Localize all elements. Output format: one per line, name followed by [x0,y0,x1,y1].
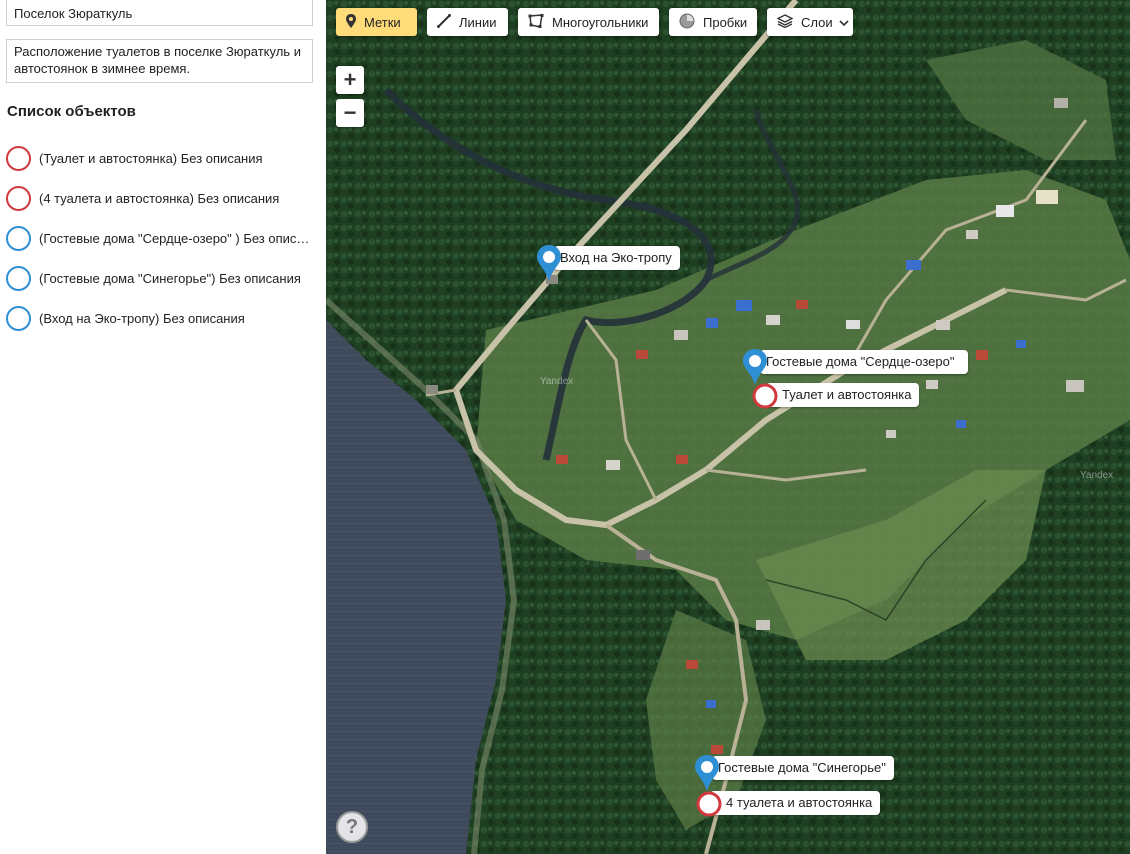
question-icon: ? [345,815,359,838]
polygons-tool-label: Многоугольники [552,14,649,30]
blue-circle-icon [6,225,31,251]
zoom-in-button[interactable]: + [336,66,364,94]
list-item-label: (Гостевые дома "Синегорье") Без описания [39,270,301,286]
chevron-down-icon [839,15,849,30]
lines-tool-label: Линии [459,14,497,30]
list-item-label: (Гостевые дома "Сердце-озеро" ) Без опис… [39,230,316,246]
red-circle-icon [6,185,31,211]
layers-button[interactable]: Слои [767,8,853,36]
blue-drop-pin-icon[interactable] [694,754,720,792]
polygon-icon [528,13,544,31]
layers-label: Слои [801,14,833,30]
objects-panel: Поселок Зюраткуль Расположение туалетов … [0,0,326,854]
map-description-field[interactable]: Расположение туалетов в поселке Зюраткул… [6,39,313,83]
list-item[interactable]: (Гостевые дома "Сердце-озеро" ) Без опис… [6,218,316,258]
red-circle-icon [6,145,31,171]
list-item[interactable]: (Туалет и автостоянка) Без описания [6,138,316,178]
traffic-button[interactable]: Пробки [669,8,757,36]
map-pin-icon [346,13,356,31]
marks-tool-label: Метки [364,14,401,30]
blue-circle-icon [6,305,31,331]
traffic-label: Пробки [703,14,748,30]
zoom-out-button[interactable]: − [336,99,364,127]
blue-drop-pin-icon[interactable] [742,348,768,386]
map-name-field[interactable]: Поселок Зюраткуль [6,0,313,26]
blue-circle-icon [6,265,31,291]
watermark: Yandex [540,376,574,387]
pin-label[interactable]: Гостевые дома "Синегорье" [712,756,894,780]
list-item[interactable]: (Гостевые дома "Синегорье") Без описания [6,258,316,298]
objects-list: (Туалет и автостоянка) Без описания (4 т… [6,138,316,338]
plus-icon: + [343,67,357,92]
red-circle-pin-icon[interactable] [752,383,778,409]
pin-label[interactable]: Вход на Эко-тропу [554,246,680,270]
layers-icon [776,13,794,31]
list-item-label: (Вход на Эко-тропу) Без описания [39,310,245,326]
list-item-label: (4 туалета и автостоянка) Без описания [39,190,280,206]
polygons-tool-button[interactable]: Многоугольники [518,8,659,36]
lines-tool-button[interactable]: Линии [427,8,508,36]
watermark: Yandex [1080,470,1114,481]
blue-drop-pin-icon[interactable] [536,244,562,282]
line-icon [437,13,451,31]
minus-icon: − [343,100,357,125]
satellite-map[interactable]: Yandex Yandex Метки Линии Многоугольники… [326,0,1130,854]
pin-label[interactable]: Гостевые дома "Сердце-озеро" [760,350,968,374]
red-circle-pin-icon[interactable] [696,791,722,817]
satellite-imagery [326,0,1130,854]
list-item[interactable]: (Вход на Эко-тропу) Без описания [6,298,316,338]
list-item-label: (Туалет и автостоянка) Без описания [39,150,263,166]
pin-label[interactable]: 4 туалета и автостоянка [710,791,881,815]
list-item[interactable]: (4 туалета и автостоянка) Без описания [6,178,316,218]
help-button[interactable]: ? [336,811,368,843]
pin-label[interactable]: Туалет и автостоянка [766,383,920,407]
list-title: Список объектов [7,103,136,120]
traffic-icon [679,13,695,32]
marks-tool-button[interactable]: Метки [336,8,417,36]
